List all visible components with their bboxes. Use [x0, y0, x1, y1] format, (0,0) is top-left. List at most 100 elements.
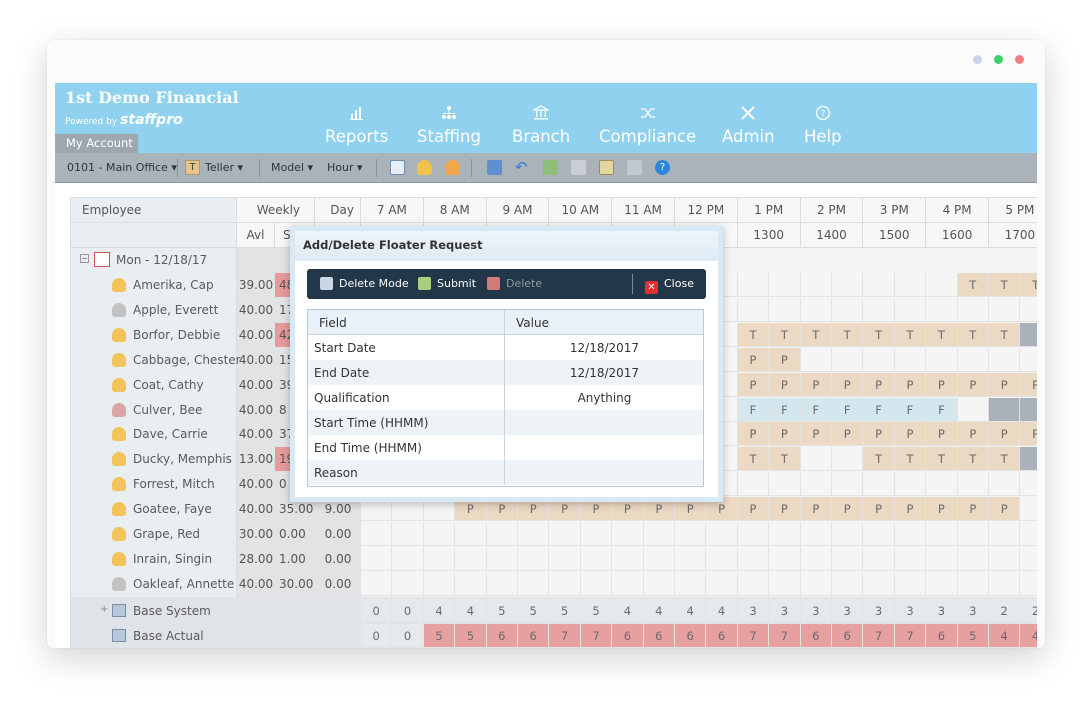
schedule-cell[interactable]: P: [894, 372, 927, 397]
window-dot-2[interactable]: [994, 55, 1003, 64]
schedule-cell[interactable]: T: [989, 273, 1021, 297]
schedule-cell[interactable]: T: [926, 322, 958, 347]
schedule-cell[interactable]: [894, 522, 927, 546]
schedule-cell[interactable]: F: [894, 397, 927, 422]
nav-admin[interactable]: Admin: [722, 105, 775, 146]
schedule-cell[interactable]: P: [957, 372, 989, 397]
schedule-cell[interactable]: [549, 522, 581, 546]
schedule-cell[interactable]: [769, 571, 801, 596]
schedule-cell[interactable]: [518, 571, 550, 596]
schedule-cell[interactable]: [455, 571, 487, 596]
window-dot-3[interactable]: [1015, 55, 1024, 64]
schedule-cell[interactable]: [1020, 571, 1037, 596]
schedule-cell[interactable]: P: [737, 422, 770, 447]
schedule-cell[interactable]: [957, 546, 989, 571]
employee-row[interactable]: Apple, Everett: [71, 298, 237, 322]
schedule-cell[interactable]: [800, 273, 832, 297]
schedule-cell[interactable]: [926, 297, 958, 322]
schedule-cell[interactable]: [361, 571, 393, 596]
schedule-cell[interactable]: [580, 522, 613, 546]
schedule-cell[interactable]: F: [800, 397, 832, 422]
schedule-cell[interactable]: [486, 522, 518, 546]
nav-branch[interactable]: Branch: [512, 105, 570, 146]
schedule-cell[interactable]: [957, 347, 989, 372]
schedule-cell[interactable]: [1020, 447, 1037, 472]
dialog-field-row[interactable]: End Date 12/18/2017: [308, 360, 703, 385]
schedule-cell[interactable]: [675, 522, 707, 546]
schedule-cell[interactable]: [832, 447, 864, 472]
schedule-cell[interactable]: P: [989, 422, 1021, 447]
employee-row[interactable]: Culver, Bee: [71, 398, 237, 422]
schedule-cell[interactable]: T: [989, 322, 1021, 347]
dialog-field-row[interactable]: Start Time (HHMM): [308, 410, 703, 435]
schedule-cell[interactable]: [989, 472, 1021, 497]
schedule-cell[interactable]: [989, 397, 1021, 422]
schedule-cell[interactable]: [832, 297, 864, 322]
schedule-cell[interactable]: [737, 522, 770, 546]
schedule-cell[interactable]: [800, 472, 832, 497]
hour-select[interactable]: Hour ▾: [327, 161, 363, 174]
schedule-cell[interactable]: [800, 546, 832, 571]
schedule-cell[interactable]: [486, 571, 518, 596]
schedule-cell[interactable]: [1020, 472, 1037, 497]
schedule-cell[interactable]: T: [863, 447, 895, 472]
collapse-icon[interactable]: −: [80, 254, 89, 263]
employee-row[interactable]: Forrest, Mitch: [71, 472, 237, 496]
schedule-cell[interactable]: T: [769, 322, 801, 347]
clipboard-icon[interactable]: [599, 160, 614, 175]
employee-row[interactable]: Coat, Cathy: [71, 373, 237, 397]
schedule-cell[interactable]: [643, 571, 675, 596]
schedule-cell[interactable]: F: [832, 397, 864, 422]
dialog-field-row[interactable]: Qualification Anything: [308, 385, 703, 410]
schedule-cell[interactable]: [643, 546, 675, 571]
schedule-cell[interactable]: [737, 571, 770, 596]
schedule-cell[interactable]: [926, 472, 958, 497]
schedule-cell[interactable]: P: [769, 347, 801, 372]
date-group-row[interactable]: − Mon - 12/18/17: [71, 248, 237, 272]
schedule-cell[interactable]: [455, 522, 487, 546]
schedule-cell[interactable]: [423, 522, 456, 546]
schedule-cell[interactable]: [957, 397, 989, 422]
schedule-cell[interactable]: [1020, 322, 1037, 347]
nav-reports[interactable]: Reports: [325, 105, 388, 146]
schedule-cell[interactable]: P: [926, 422, 958, 447]
schedule-cell[interactable]: [1020, 347, 1037, 372]
schedule-cell[interactable]: P: [957, 497, 989, 522]
undo-icon[interactable]: ↶: [515, 160, 530, 175]
schedule-cell[interactable]: [926, 571, 958, 596]
dialog-field-row[interactable]: End Time (HHMM): [308, 435, 703, 460]
schedule-cell[interactable]: [800, 571, 832, 596]
schedule-cell[interactable]: P: [926, 497, 958, 522]
schedule-cell[interactable]: [926, 273, 958, 297]
schedule-cell[interactable]: [423, 571, 456, 596]
base-actual-row[interactable]: Base Actual: [71, 624, 237, 648]
delete-mode-button[interactable]: Delete Mode: [320, 277, 409, 290]
schedule-cell[interactable]: [392, 571, 424, 596]
schedule-cell[interactable]: P: [832, 497, 864, 522]
table-add-icon[interactable]: [543, 160, 558, 175]
schedule-cell[interactable]: [486, 546, 518, 571]
schedule-cell[interactable]: [423, 546, 456, 571]
schedule-cell[interactable]: [894, 571, 927, 596]
schedule-cell[interactable]: P: [926, 372, 958, 397]
employee-row[interactable]: Oakleaf, Annette: [71, 572, 237, 596]
schedule-cell[interactable]: [518, 522, 550, 546]
schedule-cell[interactable]: [706, 522, 738, 546]
help-icon[interactable]: ?: [655, 160, 670, 175]
schedule-cell[interactable]: P: [989, 372, 1021, 397]
schedule-cell[interactable]: [926, 546, 958, 571]
schedule-cell[interactable]: P: [737, 497, 770, 522]
employee-row[interactable]: Cabbage, Chester: [71, 348, 241, 372]
schedule-cell[interactable]: P: [863, 497, 895, 522]
schedule-cell[interactable]: [894, 472, 927, 497]
schedule-cell[interactable]: F: [769, 397, 801, 422]
schedule-cell[interactable]: [894, 273, 927, 297]
schedule-cell[interactable]: [612, 522, 644, 546]
notes-icon[interactable]: [627, 160, 642, 175]
schedule-cell[interactable]: [769, 522, 801, 546]
schedule-cell[interactable]: P: [769, 372, 801, 397]
employee-row[interactable]: Dave, Carrie: [71, 422, 237, 446]
schedule-cell[interactable]: [769, 546, 801, 571]
schedule-cell[interactable]: F: [737, 397, 770, 422]
schedule-cell[interactable]: [989, 347, 1021, 372]
